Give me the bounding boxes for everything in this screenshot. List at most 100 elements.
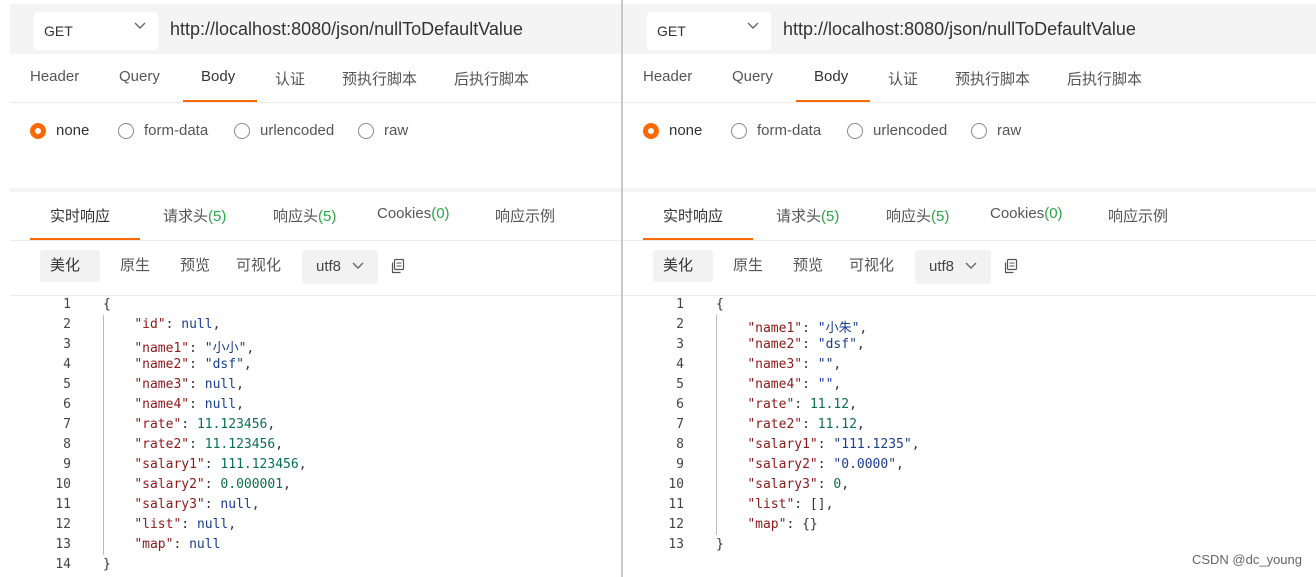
code-token: "rate2" [134, 437, 190, 452]
line-number: 5 [676, 377, 684, 392]
line-number: 10 [55, 477, 71, 492]
code-token: : [181, 517, 197, 532]
response-tab-0[interactable]: 实时响应 [50, 205, 110, 226]
method-label: GET [44, 23, 73, 39]
response-tab-0[interactable]: 实时响应 [663, 205, 723, 226]
code-token: "map" [134, 537, 174, 552]
code-token: { [103, 297, 111, 312]
radio-icon [731, 123, 747, 139]
code-token: null [204, 397, 237, 412]
code-token: "id" [134, 317, 166, 332]
code-token: : [794, 397, 810, 412]
code-text: "name2": "dsf", [716, 337, 864, 352]
url-input[interactable]: http://localhost:8080/json/nullToDefault… [783, 19, 1136, 40]
response-tab-2[interactable]: 响应头(5) [273, 205, 336, 226]
request-tab-4[interactable]: 预执行脚本 [955, 68, 1030, 89]
copy-icon[interactable] [390, 258, 406, 279]
view-button-2[interactable]: 预览 [170, 250, 220, 282]
response-tab-3[interactable]: Cookies(0) [990, 205, 1063, 222]
request-tab-0[interactable]: Header [643, 68, 692, 85]
response-tab-1[interactable]: 请求头(5) [776, 205, 839, 226]
request-tab-2[interactable]: Body [201, 68, 235, 85]
url-input[interactable]: http://localhost:8080/json/nullToDefault… [170, 19, 523, 40]
view-button-1[interactable]: 原生 [110, 250, 164, 282]
code-token: "rate" [134, 417, 182, 432]
request-tab-3[interactable]: 认证 [888, 68, 918, 89]
code-token: 11.123456 [196, 417, 268, 432]
response-tab-label: 请求头 [776, 208, 822, 225]
code-token: : [189, 357, 205, 372]
view-button-0[interactable]: 美化 [653, 250, 713, 282]
code-token: , [283, 477, 291, 492]
code-token: "dsf" [204, 357, 244, 372]
code-token: , [246, 341, 255, 356]
divider-line [623, 102, 1316, 103]
view-button-0[interactable]: 美化 [40, 250, 100, 282]
request-tab-3[interactable]: 认证 [275, 68, 305, 89]
radio-icon [847, 123, 863, 139]
response-tab-count: (5) [208, 208, 227, 225]
method-select[interactable]: GET [34, 12, 158, 50]
json-response-editor[interactable]: 1{2 "name1": "小朱", 3 "name2": "dsf", 4 "na… [623, 295, 1316, 577]
response-tab-1[interactable]: 请求头(5) [163, 205, 226, 226]
request-tab-5[interactable]: 后执行脚本 [454, 68, 529, 89]
code-token: : [189, 397, 205, 412]
code-token: , [896, 457, 904, 472]
view-button-1[interactable]: 原生 [723, 250, 777, 282]
code-token: "name3" [134, 377, 190, 392]
code-token: , [833, 377, 842, 392]
line-number: 2 [676, 317, 684, 332]
request-tab-2[interactable]: Body [814, 68, 848, 85]
json-response-editor[interactable]: 1{2 "id": null, 3 "name1": "小小", 4 "name2"… [10, 295, 623, 577]
code-text: { [103, 297, 111, 312]
response-tab-2[interactable]: 响应头(5) [886, 205, 949, 226]
view-button-3[interactable]: 可视化 [226, 250, 296, 282]
view-button-3[interactable]: 可视化 [839, 250, 909, 282]
response-tab-label: Cookies [377, 205, 432, 222]
code-text: "salary2": 0.000001, [103, 477, 291, 492]
code-token: : [173, 537, 190, 552]
request-tab-5[interactable]: 后执行脚本 [1067, 68, 1142, 89]
left-request-pane: GET http://localhost:8080/json/nullToDefa… [10, 0, 623, 577]
copy-icon[interactable] [1003, 258, 1019, 279]
code-token: : [802, 357, 818, 372]
encoding-select[interactable]: utf8 [302, 250, 378, 284]
code-token: "name1" [134, 341, 190, 356]
code-token: "111.1235" [833, 437, 912, 452]
response-tab-count: (0) [431, 205, 450, 222]
response-tab-label: Cookies [990, 205, 1045, 222]
method-select[interactable]: GET [647, 12, 771, 50]
code-token: "小朱" [817, 321, 860, 336]
request-tab-4[interactable]: 预执行脚本 [342, 68, 417, 89]
line-number: 13 [55, 537, 71, 552]
request-tab-1[interactable]: Query [732, 68, 773, 85]
line-number: 5 [63, 377, 71, 392]
response-tab-4[interactable]: 响应示例 [1108, 205, 1168, 226]
response-tab-3[interactable]: Cookies(0) [377, 205, 450, 222]
code-token: null [196, 517, 229, 532]
radio-icon [30, 123, 46, 139]
code-token: "name1" [747, 321, 803, 336]
code-token: } [103, 557, 111, 572]
view-button-2[interactable]: 预览 [783, 250, 833, 282]
code-text: "name4": null, [103, 397, 244, 412]
encoding-select[interactable]: utf8 [915, 250, 991, 284]
code-token: , [251, 497, 260, 512]
request-tab-0[interactable]: Header [30, 68, 79, 85]
radio-label: form-data [144, 122, 209, 139]
request-tab-1[interactable]: Query [119, 68, 160, 85]
code-line: 13 "map": null [10, 535, 623, 555]
code-token: : {} [786, 517, 818, 532]
code-token: "name2" [747, 337, 803, 352]
code-token: "rate" [747, 397, 795, 412]
code-line: 9 "salary2": "0.0000", [623, 455, 1316, 475]
code-token: , [212, 317, 221, 332]
code-text: { [716, 297, 724, 312]
response-tab-4[interactable]: 响应示例 [495, 205, 555, 226]
code-token: , [275, 437, 284, 452]
code-text: "map": {} [716, 517, 818, 532]
